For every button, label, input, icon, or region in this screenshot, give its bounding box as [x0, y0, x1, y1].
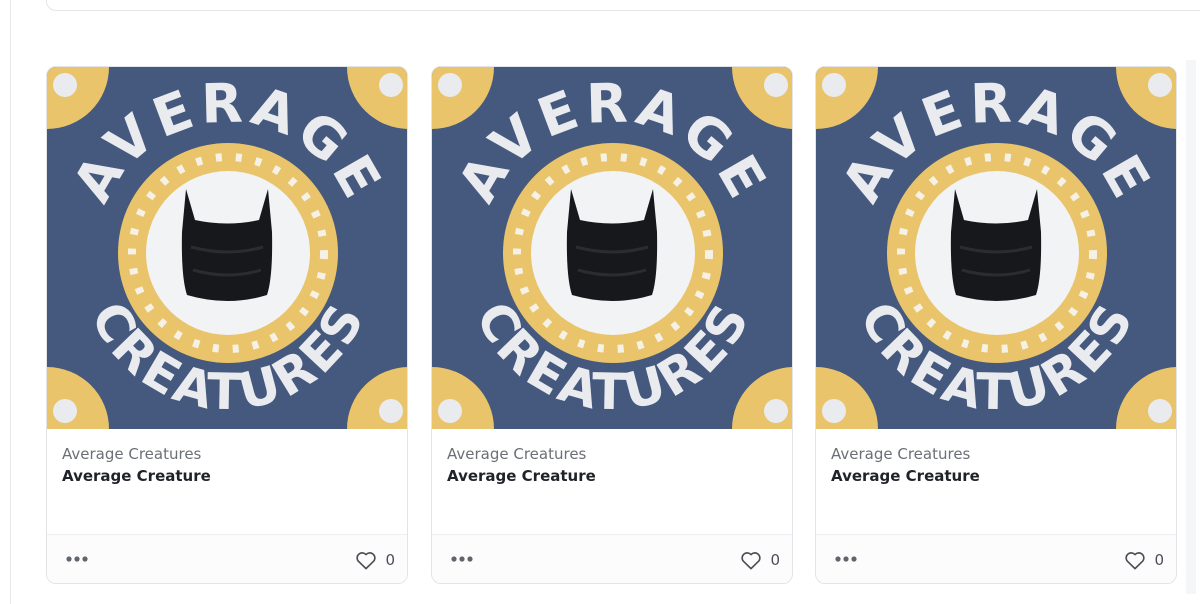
collection-name[interactable]: Average Creatures: [831, 445, 970, 463]
more-options-button[interactable]: [832, 549, 860, 569]
like-button[interactable]: 0: [355, 548, 395, 572]
scrollbar-track[interactable]: [1186, 60, 1196, 594]
item-name[interactable]: Average Creature: [447, 467, 596, 485]
nft-card[interactable]: AVERAGE CREATURES Average Creatures Aver…: [431, 66, 793, 584]
more-options-button[interactable]: [448, 549, 476, 569]
nft-card[interactable]: AVERAGE CREATURES Average Creatures Aver…: [815, 66, 1177, 584]
more-dots-icon: [451, 556, 473, 562]
like-count: 0: [1154, 551, 1164, 569]
heart-outline-icon: [741, 552, 762, 570]
heart-outline-icon: [356, 552, 377, 570]
like-count: 0: [385, 551, 395, 569]
top-panel: [46, 0, 1200, 11]
card-footer: 0: [432, 534, 792, 583]
like-button[interactable]: 0: [740, 548, 780, 572]
card-footer: 0: [47, 534, 407, 583]
more-options-button[interactable]: [63, 549, 91, 569]
card-footer: 0: [816, 534, 1176, 583]
card-info: Average Creatures Average Creature: [47, 429, 407, 535]
item-name[interactable]: Average Creature: [62, 467, 211, 485]
collection-name[interactable]: Average Creatures: [62, 445, 201, 463]
card-info: Average Creatures Average Creature: [432, 429, 792, 535]
more-dots-icon: [835, 556, 857, 562]
card-info: Average Creatures Average Creature: [816, 429, 1176, 535]
like-count: 0: [770, 551, 780, 569]
left-divider: [10, 0, 11, 604]
more-dots-icon: [66, 556, 88, 562]
like-button[interactable]: 0: [1124, 548, 1164, 572]
heart-outline-icon: [1125, 552, 1146, 570]
item-name[interactable]: Average Creature: [831, 467, 980, 485]
nft-card[interactable]: AVERAGE CREATURES Average Creatures Aver…: [46, 66, 408, 584]
collection-name[interactable]: Average Creatures: [447, 445, 586, 463]
nft-artwork[interactable]: AVERAGE CREATURES: [816, 67, 1176, 429]
nft-artwork[interactable]: AVERAGE CREATURES: [47, 67, 407, 429]
nft-artwork[interactable]: AVERAGE CREATURES: [432, 67, 792, 429]
